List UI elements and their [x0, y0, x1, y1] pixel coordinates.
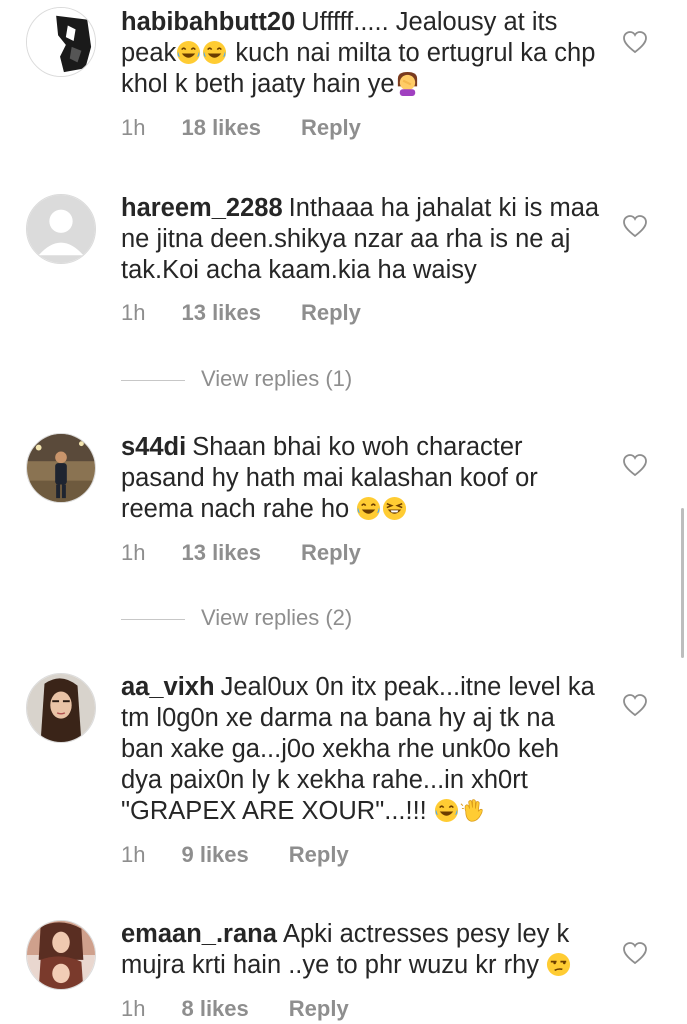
likes-count[interactable]: 13 likes: [181, 540, 261, 566]
likes-count[interactable]: 13 likes: [181, 300, 261, 326]
avatar[interactable]: [26, 194, 96, 264]
comment-text: s44di Shaan bhai ko woh character pasand …: [121, 432, 601, 525]
comment-time: 1h: [121, 540, 146, 565]
comment-text: habibahbutt20 Ufffff..... Jealousy at its…: [121, 7, 601, 100]
comment-username[interactable]: hareem_2288: [121, 194, 283, 222]
comment-username[interactable]: emaan_.rana: [121, 920, 277, 948]
view-replies-label[interactable]: View replies (1): [201, 366, 352, 391]
comment-time: 1h: [121, 996, 146, 1021]
comment-meta: 1h 13 likes Reply: [121, 540, 361, 566]
reply-button[interactable]: Reply: [301, 300, 361, 326]
comment-time: 1h: [121, 842, 146, 867]
reply-button[interactable]: Reply: [301, 115, 361, 141]
unamused-emoji: [546, 952, 571, 977]
joy-emoji: [176, 40, 201, 65]
comment-time: 1h: [121, 115, 146, 140]
comment-time: 1h: [121, 300, 146, 325]
comment-text: emaan_.rana Apki actresses pesy ley k muj…: [121, 919, 601, 981]
view-replies-button[interactable]: View replies (2): [121, 605, 352, 631]
heart-icon[interactable]: [622, 30, 648, 54]
heart-icon[interactable]: [622, 941, 648, 965]
comment-username[interactable]: s44di: [121, 433, 186, 461]
facepalm-emoji: [395, 71, 420, 96]
avatar[interactable]: [26, 673, 96, 743]
scrollbar[interactable]: [681, 508, 684, 658]
laughing-emoji: [382, 496, 407, 521]
heart-icon[interactable]: [622, 214, 648, 238]
joy-emoji: [356, 496, 381, 521]
reply-button[interactable]: Reply: [301, 540, 361, 566]
comment-meta: 1h 18 likes Reply: [121, 115, 361, 141]
reply-button[interactable]: Reply: [289, 842, 349, 868]
avatar[interactable]: [26, 7, 96, 77]
reply-button[interactable]: Reply: [289, 996, 349, 1022]
likes-count[interactable]: 9 likes: [181, 842, 248, 868]
waving-hand-emoji: [460, 798, 485, 823]
view-replies-label[interactable]: View replies (2): [201, 605, 352, 630]
likes-count[interactable]: 8 likes: [181, 996, 248, 1022]
divider-line: [121, 379, 185, 381]
comment-username[interactable]: aa_vixh: [121, 673, 215, 701]
heart-icon[interactable]: [622, 693, 648, 717]
comment-text: aa_vixh Jeal0ux 0n itx peak...itne level …: [121, 672, 601, 827]
avatar[interactable]: [26, 920, 96, 990]
comment-meta: 1h 9 likes Reply: [121, 842, 349, 868]
joy-emoji: [434, 798, 459, 823]
comment-text: hareem_2288 Inthaaa ha jahalat ki is maa …: [121, 193, 601, 286]
likes-count[interactable]: 18 likes: [181, 115, 261, 141]
comment-meta: 1h 8 likes Reply: [121, 996, 349, 1022]
avatar[interactable]: [26, 433, 96, 503]
comment-username[interactable]: habibahbutt20: [121, 8, 295, 36]
joy-emoji: [202, 40, 227, 65]
comment-meta: 1h 13 likes Reply: [121, 300, 361, 326]
heart-icon[interactable]: [622, 453, 648, 477]
view-replies-button[interactable]: View replies (1): [121, 366, 352, 392]
divider-line: [121, 618, 185, 620]
